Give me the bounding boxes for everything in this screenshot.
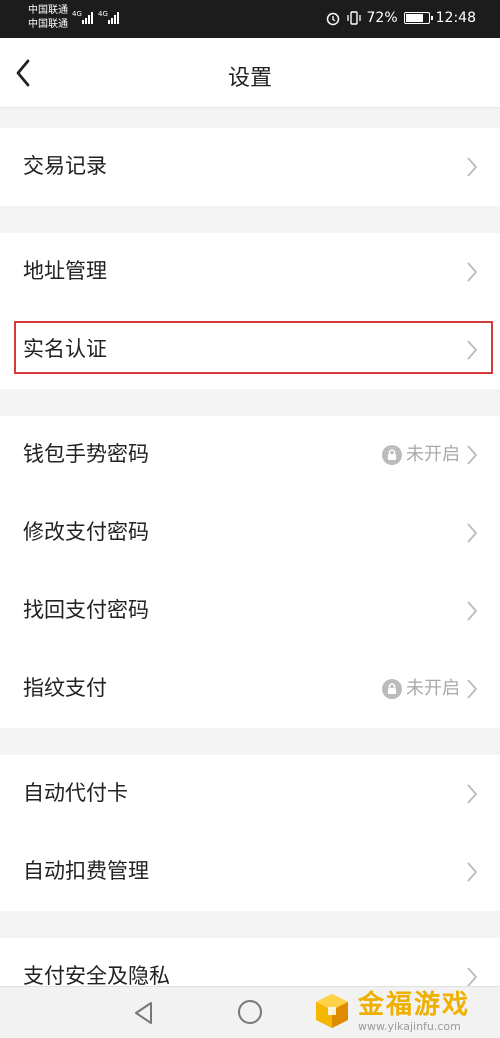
lock-icon: [382, 679, 402, 699]
settings-item-transaction-records[interactable]: 交易记录: [0, 128, 500, 206]
chevron-right-icon: [467, 679, 478, 699]
signal-icon-1: [82, 12, 93, 24]
watermark-logo-icon: [316, 994, 348, 1028]
settings-item-label: 交易记录: [23, 155, 107, 178]
chevron-right-icon: [467, 601, 478, 621]
settings-item-wallet-gesture-password[interactable]: 钱包手势密码 未开启: [0, 416, 500, 494]
carrier-name-1: 中国联通: [28, 5, 68, 16]
settings-item-recover-payment-password[interactable]: 找回支付密码: [0, 572, 500, 650]
settings-item-label: 自动扣费管理: [23, 860, 149, 883]
settings-item-auto-pay-card[interactable]: 自动代付卡: [0, 755, 500, 833]
network-type-2: 4G: [98, 10, 108, 18]
chevron-right-icon: [467, 262, 478, 282]
status-text: 未开启: [406, 678, 460, 699]
status-bar: 中国联通 中国联通 4G 4G 72% 12:48: [0, 0, 500, 38]
signal-icon-2: [108, 12, 119, 24]
settings-item-auto-deduction-management[interactable]: 自动扣费管理: [0, 833, 500, 911]
chevron-right-icon: [467, 157, 478, 177]
carrier-name-2: 中国联通: [28, 19, 68, 30]
status-indicator: 未开启: [382, 416, 460, 494]
nav-home-icon[interactable]: [238, 1000, 262, 1024]
status-indicator: 未开启: [382, 650, 460, 728]
app-header: 设置: [0, 38, 500, 108]
chevron-right-icon: [467, 862, 478, 882]
settings-item-fingerprint-payment[interactable]: 指纹支付 未开启: [0, 650, 500, 728]
settings-item-label: 找回支付密码: [23, 599, 149, 622]
status-text: 未开启: [406, 444, 460, 465]
watermark-url: www.yikajinfu.com: [358, 1019, 461, 1033]
chevron-right-icon: [467, 523, 478, 543]
settings-item-change-payment-password[interactable]: 修改支付密码: [0, 494, 500, 572]
vibrate-icon: [346, 11, 361, 25]
watermark: 金福游戏 www.yikajinfu.com: [312, 984, 500, 1038]
chevron-right-icon: [467, 445, 478, 465]
chevron-right-icon: [467, 784, 478, 804]
settings-item-label: 钱包手势密码: [23, 443, 149, 466]
page-title: 设置: [227, 65, 272, 90]
network-type-1: 4G: [72, 10, 82, 18]
alarm-icon: [326, 12, 339, 26]
highlight-box: [14, 321, 493, 374]
clock-time: 12:48: [435, 10, 476, 26]
settings-item-label: 自动代付卡: [23, 782, 128, 805]
battery-percent: 72%: [366, 10, 398, 26]
battery-icon: [403, 12, 433, 24]
settings-item-label: 地址管理: [23, 260, 107, 283]
lock-icon: [382, 445, 402, 465]
settings-item-address-management[interactable]: 地址管理: [0, 233, 500, 311]
watermark-title: 金福游戏: [358, 989, 471, 1020]
nav-back-icon[interactable]: [133, 1001, 155, 1025]
settings-item-label: 修改支付密码: [23, 521, 149, 544]
settings-item-label: 指纹支付: [23, 677, 107, 700]
